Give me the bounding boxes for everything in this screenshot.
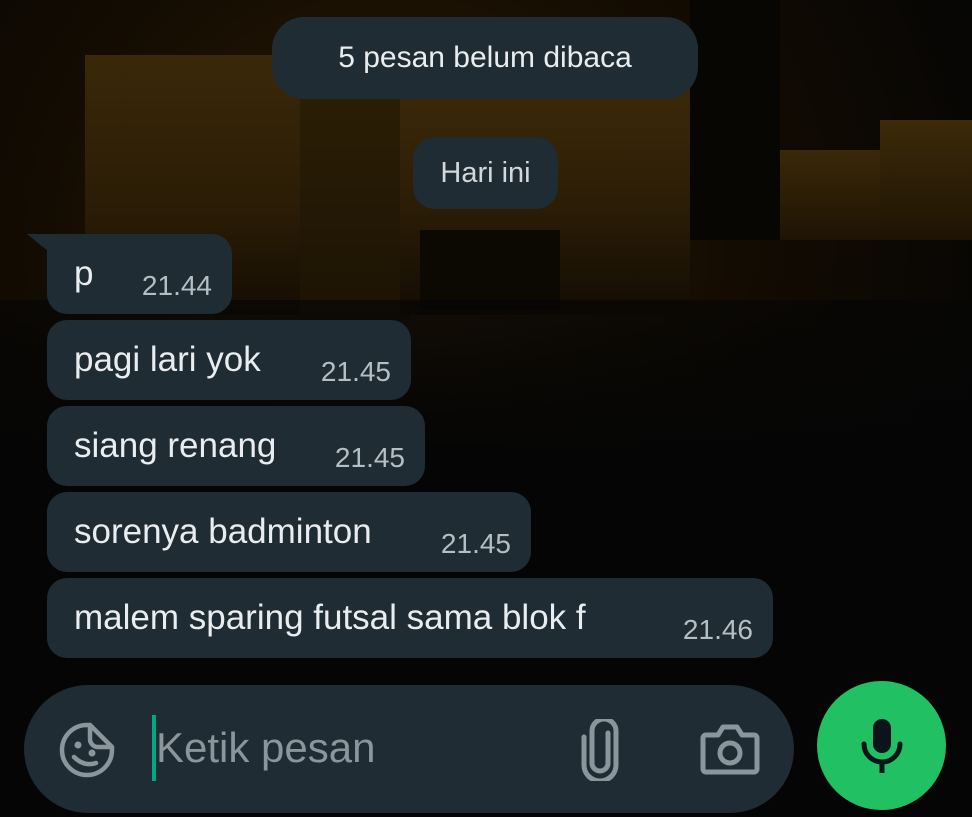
message-text: pagi lari yok xyxy=(74,340,261,379)
message-bubble[interactable]: pagi lari yok 21.45 xyxy=(47,320,411,400)
wallpaper-building xyxy=(770,150,880,240)
voice-record-button[interactable] xyxy=(817,681,946,810)
message-text: siang renang xyxy=(74,426,277,465)
wallpaper-building xyxy=(880,120,972,240)
message-bubble[interactable]: malem sparing futsal sama blok f 21.46 xyxy=(47,578,773,658)
sticker-icon[interactable] xyxy=(58,721,116,779)
microphone-icon xyxy=(857,717,907,775)
bubble-tail xyxy=(27,234,49,252)
message-time: 21.45 xyxy=(320,356,391,387)
message-time: 21.45 xyxy=(334,442,405,473)
camera-icon[interactable] xyxy=(700,721,760,777)
message-time: 21.44 xyxy=(141,270,212,301)
message-time: 21.46 xyxy=(682,614,753,645)
message-time: 21.45 xyxy=(440,528,511,559)
unread-messages-banner: 5 pesan belum dibaca xyxy=(272,17,698,99)
wallpaper-pylon xyxy=(690,0,780,240)
message-composer xyxy=(24,685,794,813)
message-input[interactable] xyxy=(156,705,576,791)
message-text: malem sparing futsal sama blok f xyxy=(74,598,586,637)
wallpaper-doorway xyxy=(420,230,560,310)
paperclip-icon[interactable] xyxy=(576,716,624,784)
message-bubble[interactable]: p 21.44 xyxy=(47,234,232,314)
message-bubble[interactable]: siang renang 21.45 xyxy=(47,406,425,486)
message-bubble[interactable]: sorenya badminton 21.45 xyxy=(47,492,531,572)
date-divider: Hari ini xyxy=(413,137,558,209)
message-text: sorenya badminton xyxy=(74,512,372,551)
message-text: p xyxy=(74,254,94,293)
